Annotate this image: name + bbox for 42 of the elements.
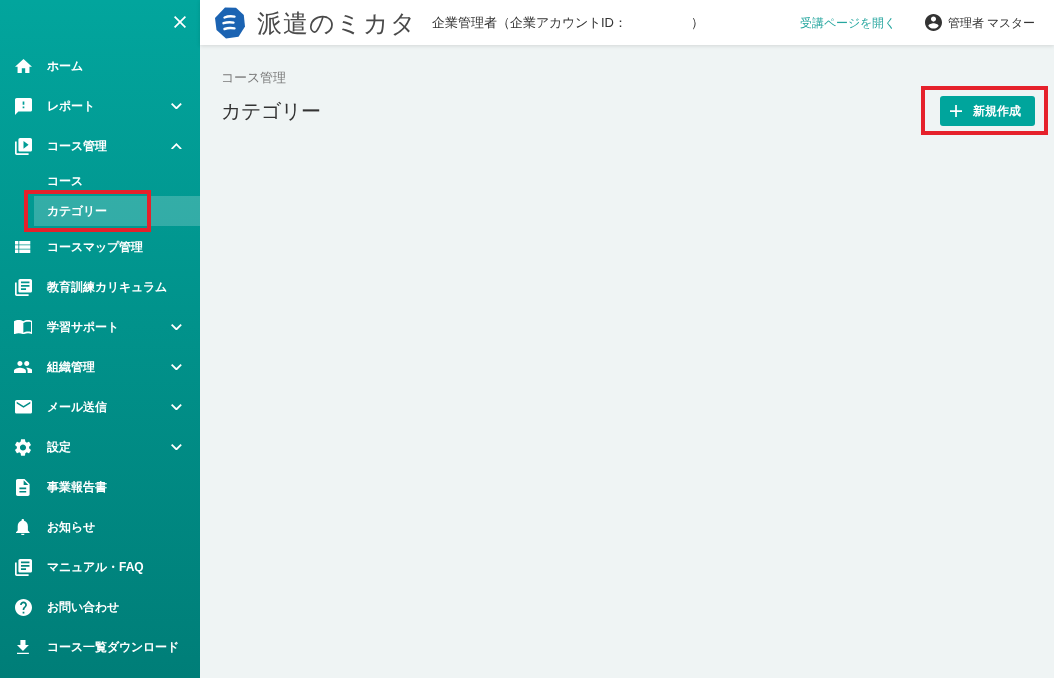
page-title: カテゴリー bbox=[221, 99, 321, 124]
plus-icon bbox=[949, 105, 962, 117]
sidebar-item[interactable]: マニュアル・FAQ bbox=[0, 552, 200, 582]
sidebar-item[interactable]: コース一覧ダウンロード bbox=[0, 632, 200, 662]
document-stack-icon bbox=[14, 558, 32, 576]
logo-text: 派遣のミカタ bbox=[257, 7, 417, 39]
download-icon bbox=[17, 639, 29, 655]
help-icon bbox=[14, 598, 32, 616]
breadcrumb-link[interactable]: コース管理 bbox=[221, 69, 286, 87]
settings-icon bbox=[15, 438, 31, 456]
user-menu[interactable]: 管理者 マスター bbox=[924, 13, 1035, 32]
sidebar-item[interactable]: メール送信 bbox=[0, 392, 200, 422]
close-icon[interactable] bbox=[173, 16, 186, 29]
account-label-end: ） bbox=[691, 13, 704, 32]
new-button[interactable]: 新規作成 bbox=[939, 96, 1035, 126]
home-icon bbox=[14, 58, 32, 74]
learner-page-link[interactable]: 受講ページを開く bbox=[799, 13, 896, 32]
sidebar-subitem[interactable]: コース bbox=[34, 172, 200, 190]
alert-bubble-icon bbox=[14, 97, 32, 115]
play-stack-icon bbox=[14, 137, 32, 155]
sidebar-item[interactable]: 設定 bbox=[0, 432, 200, 462]
user-icon bbox=[924, 14, 942, 31]
list-icon bbox=[15, 241, 31, 253]
account-label: 企業管理者（企業アカウントID： bbox=[432, 13, 627, 32]
sidebar-subitem[interactable]: カテゴリー bbox=[34, 196, 200, 226]
sidebar-item[interactable]: 教育訓練カリキュラム bbox=[0, 272, 200, 302]
mail-icon bbox=[14, 400, 32, 414]
sidebar-item[interactable]: コースマップ管理 bbox=[0, 232, 200, 262]
sidebar-item[interactable]: お知らせ bbox=[0, 512, 200, 542]
sidebar-item[interactable]: ホーム bbox=[0, 51, 200, 81]
sidebar-item[interactable]: 事業報告書 bbox=[0, 472, 200, 502]
logo-icon bbox=[215, 6, 245, 39]
bell-icon bbox=[16, 518, 30, 536]
sidebar-item[interactable]: 組織管理 bbox=[0, 352, 200, 382]
document-icon bbox=[16, 478, 30, 496]
document-stack-icon bbox=[14, 278, 32, 296]
sidebar-item[interactable]: お問い合わせ bbox=[0, 592, 200, 622]
sidebar-item[interactable]: 学習サポート bbox=[0, 312, 200, 342]
sidebar-item[interactable]: レポート bbox=[0, 91, 200, 121]
people-icon bbox=[13, 361, 33, 373]
sidebar-item[interactable]: コース管理 bbox=[0, 131, 200, 161]
book-icon bbox=[13, 319, 33, 335]
